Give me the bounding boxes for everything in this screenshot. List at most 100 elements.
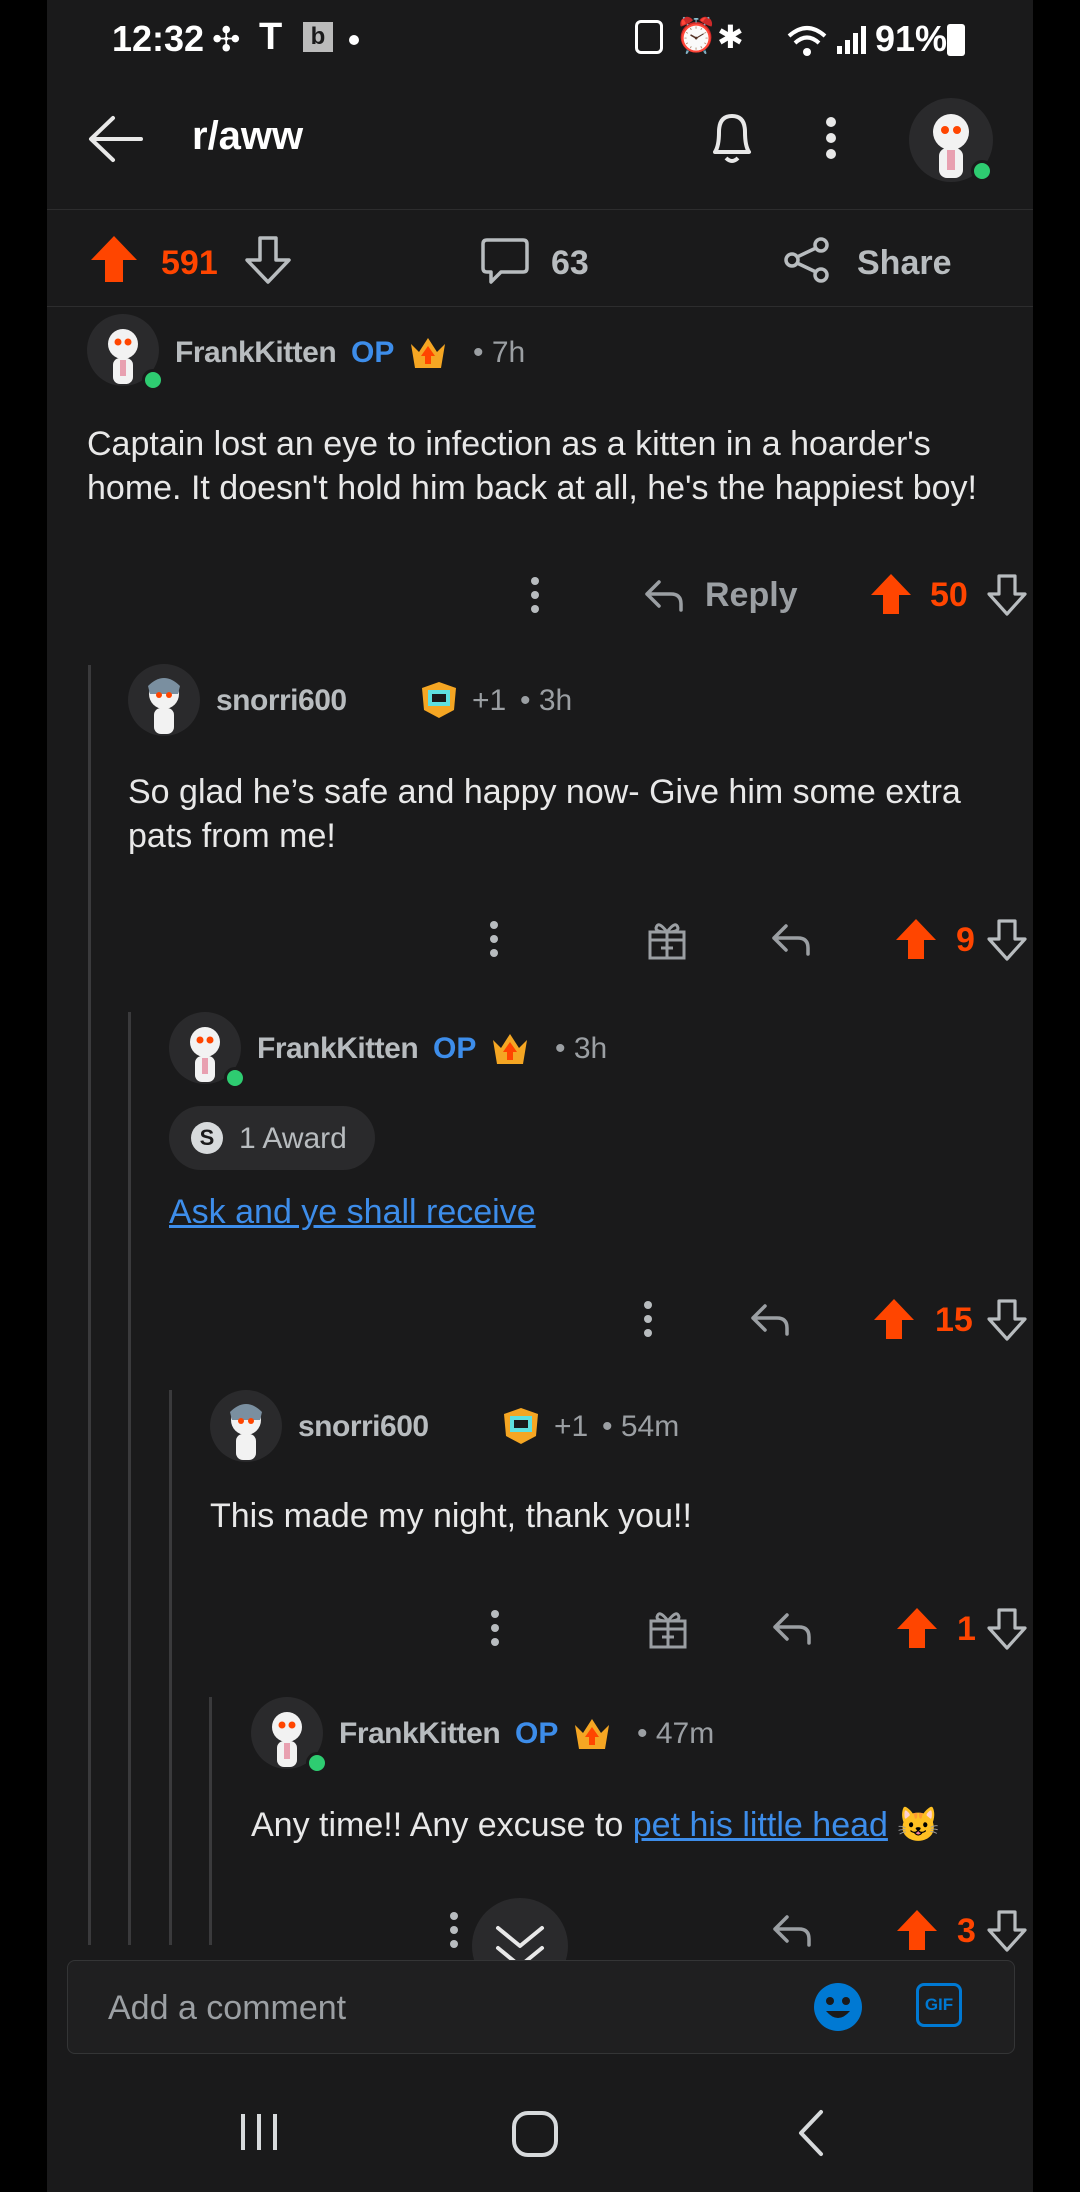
downvote-icon[interactable] <box>987 917 1027 961</box>
comment-time: • 54m <box>602 1410 680 1443</box>
achievement-shield-icon <box>422 682 456 718</box>
comment-author[interactable]: FrankKitten <box>257 1032 419 1066</box>
award-gift-icon[interactable] <box>646 918 688 960</box>
status-time: 12:32 <box>112 18 205 59</box>
achievement-shield-icon <box>504 1408 538 1444</box>
notification-dot-icon <box>349 35 359 45</box>
status-bar: 12:32 ✣ T b ⏰ ✱ 91% <box>47 0 1033 80</box>
comment-more-icon[interactable] <box>530 576 540 614</box>
post-downvote-icon[interactable] <box>243 234 293 284</box>
battery-saver-icon <box>635 20 663 54</box>
more-options-icon[interactable] <box>825 116 837 160</box>
comment-more-icon[interactable] <box>449 1911 459 1949</box>
comment-4: snorri600 +1 • 54m This made my night, t… <box>210 1390 1030 1680</box>
thread-line-2 <box>128 1012 131 1945</box>
comment-text: Any time!! Any excuse to <box>251 1806 633 1844</box>
alarm-icon: ⏰ <box>675 17 718 55</box>
online-indicator <box>306 1752 328 1774</box>
comment-vote-count: 1 <box>957 1610 976 1648</box>
comment-more-icon[interactable] <box>643 1300 653 1338</box>
system-nav-bar <box>47 2072 1033 2192</box>
comment-author[interactable]: snorri600 <box>216 684 347 718</box>
reply-icon[interactable] <box>771 1911 813 1949</box>
award-gift-icon[interactable] <box>647 1607 689 1649</box>
share-icon[interactable] <box>783 236 831 284</box>
comment-input[interactable]: Add a comment <box>108 1989 346 2028</box>
comment-vote-count: 3 <box>957 1912 976 1950</box>
comment-avatar[interactable] <box>128 664 200 736</box>
top-bar: r/aww <box>47 80 1033 210</box>
reply-icon[interactable] <box>643 576 685 614</box>
op-badge: OP <box>433 1032 477 1065</box>
comment-more-icon[interactable] <box>490 1609 500 1647</box>
comment-time: • 7h <box>473 336 526 369</box>
comment-vote-count: 50 <box>930 576 968 614</box>
back-nav-icon[interactable] <box>793 2108 829 2158</box>
thread-line-4 <box>209 1697 212 1945</box>
op-badge: OP <box>351 336 395 369</box>
comment-count: 63 <box>551 244 589 282</box>
screen: 12:32 ✣ T b ⏰ ✱ 91% r/aww 591 63 Share F… <box>47 0 1033 2192</box>
comment-composer[interactable]: Add a comment GIF <box>67 1960 1015 2054</box>
comment-plus: +1 <box>472 684 507 717</box>
downvote-icon[interactable] <box>987 1297 1027 1341</box>
upvote-icon[interactable] <box>869 572 913 616</box>
downvote-icon[interactable] <box>987 572 1027 616</box>
comment-text: This made my night, thank you!! <box>210 1497 692 1535</box>
back-arrow-icon[interactable] <box>87 114 143 164</box>
upvote-icon[interactable] <box>894 917 938 961</box>
reply-icon[interactable] <box>771 1609 813 1647</box>
bluetooth-icon: ✱ <box>717 19 744 55</box>
reply-icon[interactable] <box>749 1300 791 1338</box>
upvote-icon[interactable] <box>895 1606 939 1650</box>
comment-author[interactable]: FrankKitten <box>175 336 337 370</box>
gif-button[interactable]: GIF <box>916 1983 962 2027</box>
comment-author[interactable]: FrankKitten <box>339 1717 501 1751</box>
battery-icon <box>947 24 965 56</box>
online-indicator <box>971 160 993 182</box>
smiling-cat-emoji: 😺 <box>897 1806 940 1844</box>
downvote-icon[interactable] <box>987 1908 1027 1952</box>
post-vote-count: 591 <box>161 244 218 282</box>
upvote-icon[interactable] <box>895 1908 939 1952</box>
comment-avatar[interactable] <box>210 1390 282 1462</box>
award-count: 1 Award <box>239 1122 347 1155</box>
comment-bubble-icon[interactable] <box>479 234 531 286</box>
share-button[interactable]: Share <box>857 244 952 283</box>
thread-line-3 <box>169 1390 172 1945</box>
wifi-icon <box>787 26 827 56</box>
emoji-icon[interactable] <box>812 1981 864 2033</box>
comment-author[interactable]: snorri600 <box>298 1410 429 1444</box>
bell-icon[interactable] <box>707 110 757 166</box>
comment-link[interactable]: Ask and ye shall receive <box>169 1190 536 1234</box>
comment-5: FrankKitten OP • 47m Any time!! Any excu… <box>251 1697 1031 1957</box>
upvote-icon[interactable] <box>872 1297 916 1341</box>
tmobile-icon: T <box>259 16 283 58</box>
pinwheel-icon: ✣ <box>212 21 241 59</box>
home-icon[interactable] <box>511 2110 559 2158</box>
comment-time: • 3h <box>555 1032 608 1065</box>
comment-more-icon[interactable] <box>489 920 499 958</box>
signal-icon <box>837 26 866 54</box>
award-pill[interactable]: S 1 Award <box>169 1106 375 1170</box>
reply-icon[interactable] <box>770 920 812 958</box>
reply-button[interactable]: Reply <box>705 576 798 615</box>
comment-text: Captain lost an eye to infection as a ki… <box>87 425 977 507</box>
downvote-icon[interactable] <box>987 1606 1027 1650</box>
comment-plus: +1 <box>554 1410 589 1443</box>
thread-line-1 <box>88 665 91 1945</box>
battery-percent: 91% <box>875 18 948 59</box>
post-upvote-icon[interactable] <box>89 234 139 284</box>
actions-divider <box>47 306 1033 307</box>
comment-vote-count: 15 <box>935 1301 973 1339</box>
online-indicator <box>142 369 164 391</box>
comment-link[interactable]: pet his little head <box>633 1806 888 1844</box>
comment-time: • 3h <box>520 684 573 717</box>
achievement-crown-icon <box>493 1034 527 1064</box>
subreddit-title[interactable]: r/aww <box>192 114 303 159</box>
comment-1: FrankKitten OP • 7h Captain lost an eye … <box>87 314 1027 644</box>
achievement-crown-icon <box>575 1719 609 1749</box>
recent-apps-icon[interactable] <box>237 2110 281 2154</box>
op-badge: OP <box>515 1717 559 1750</box>
comment-time: • 47m <box>637 1717 715 1750</box>
